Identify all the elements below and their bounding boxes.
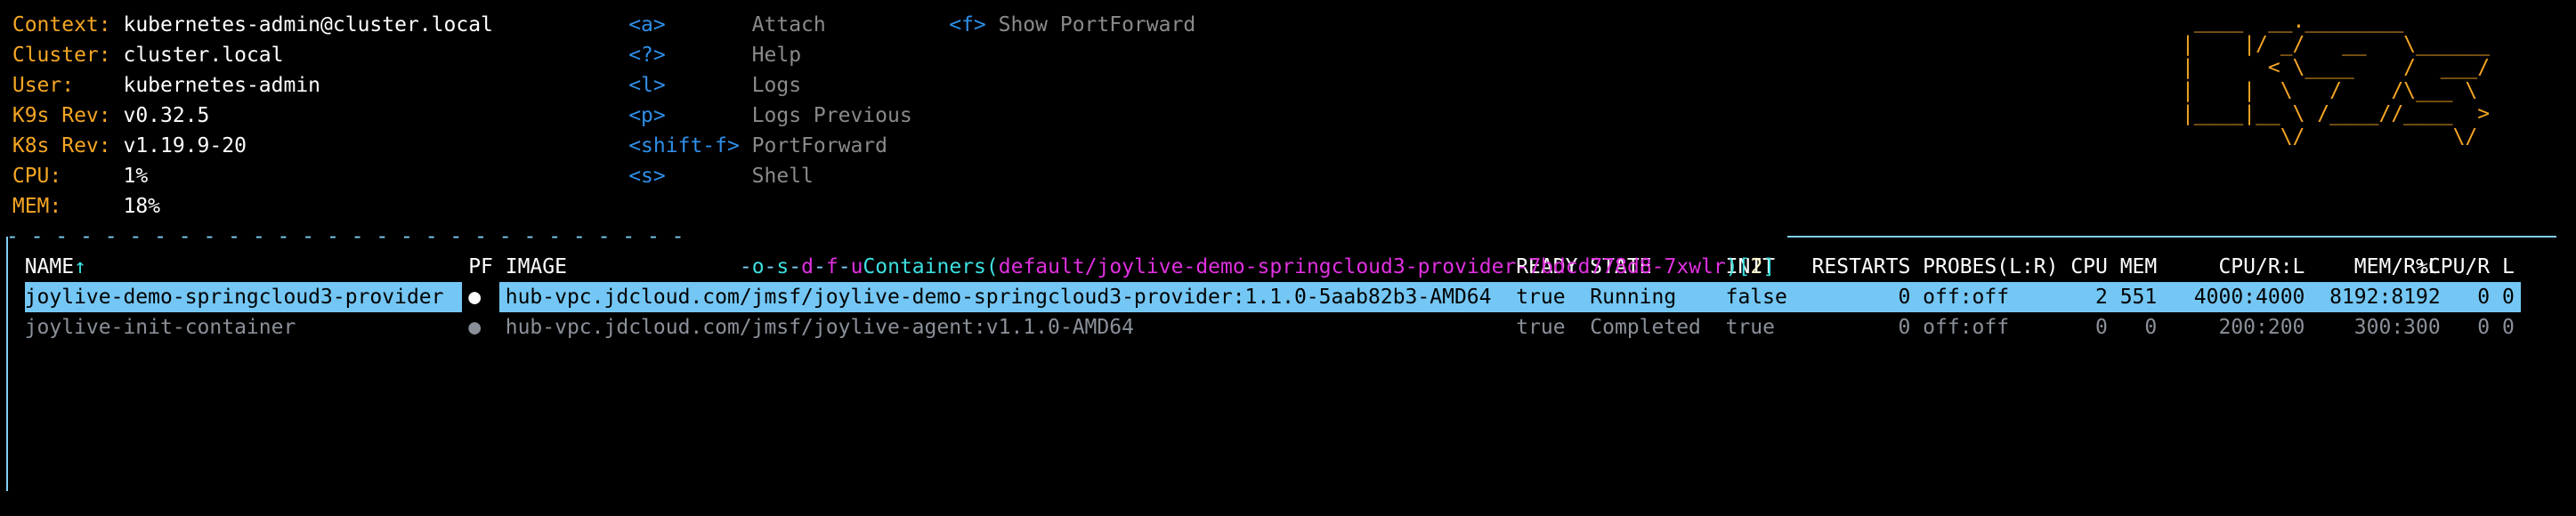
table-cell: joylive-demo-springcloud3-provider — [24, 286, 444, 309]
table-cell: 200:200 — [2218, 316, 2305, 339]
table-cell: 0 — [2501, 316, 2515, 339]
crumb: o — [751, 255, 765, 278]
column-header[interactable]: RESTARTS — [1812, 252, 1911, 282]
sort-asc-icon: ↑ — [74, 255, 86, 278]
table-row[interactable]: joylive-init-container ● hub-vpc.jdcloud.c… — [0, 312, 2576, 343]
table-cell: 0 — [1898, 286, 1911, 309]
info-value: v1.19.9-20 — [123, 134, 247, 157]
info-value: v0.32.5 — [123, 104, 210, 127]
table-cell: true — [1725, 316, 1775, 339]
column-header[interactable]: PF — [468, 252, 493, 282]
shortcut-action: Show PortForward — [998, 13, 1196, 36]
info-value: kubernetes-admin@cluster.local — [123, 13, 493, 36]
resource-count: 2 — [1750, 255, 1763, 278]
table-cell: 0 — [2477, 286, 2491, 309]
info-label: Cluster: — [12, 44, 111, 67]
info-value: kubernetes-admin — [123, 74, 321, 97]
crumb: f — [825, 255, 838, 278]
column-header[interactable]: %CPU/R — [2416, 252, 2490, 282]
shortcut-action: PortForward — [751, 134, 887, 157]
info-label: CPU: — [12, 165, 62, 188]
column-header[interactable]: L — [2502, 252, 2515, 282]
info-label: K8s Rev: — [12, 134, 111, 157]
table-cell: 0 — [2477, 316, 2491, 339]
crumb: u — [850, 255, 863, 278]
table-cell: Completed — [1590, 316, 1701, 339]
table-cell: true — [1516, 316, 1566, 339]
shortcut-action: Attach — [751, 13, 826, 36]
panel-border-top-solid — [1787, 236, 2556, 238]
table-cell: 0 — [2144, 316, 2158, 339]
table-cell: joylive-init-container — [24, 316, 296, 339]
resource-path: default/joylive-demo-springcloud3-provid… — [998, 255, 1726, 278]
info-value: 18% — [123, 195, 161, 218]
shortcut-key[interactable]: <f> — [949, 10, 986, 40]
table-cell: hub-vpc.jdcloud.com/jmsf/joylive-demo-sp… — [505, 286, 1492, 309]
column-header[interactable]: PROBES(L:R) — [1923, 252, 2058, 282]
column-header[interactable]: CPU — [2070, 252, 2108, 282]
k9s-logo: ____ __.________ | |/ _/ __ \______ | < … — [2181, 10, 2491, 149]
table-cell: ● — [468, 316, 482, 339]
info-label: MEM: — [12, 195, 62, 218]
table-cell: Running — [1590, 286, 1677, 309]
shortcut-action: Help — [751, 44, 802, 67]
column-header[interactable]: NAME — [25, 252, 457, 282]
panel-title: -o-s-d-f-uContainers(default/joylive-dem… — [739, 255, 1776, 278]
table-cell: off:off — [1923, 316, 2010, 339]
crumb: s — [776, 255, 790, 278]
info-label: Context: — [12, 13, 111, 36]
shortcut-key[interactable]: <p> — [628, 101, 666, 131]
crumb: d — [801, 255, 814, 278]
panel-border-top: - - - - - - - - - - - - - - - - - - - - … — [5, 225, 685, 248]
table-cell: 0 — [2094, 316, 2108, 339]
table-cell: 0 — [2501, 286, 2515, 309]
info-value: 1% — [123, 165, 149, 188]
table-cell: 2 — [2094, 286, 2108, 309]
table-cell: false — [1725, 286, 1787, 309]
table-cell: ● — [468, 286, 482, 309]
shortcut-key[interactable]: <l> — [628, 70, 666, 101]
shortcut-key[interactable]: <shift-f> — [628, 131, 740, 161]
info-label: K9s Rev: — [12, 104, 111, 127]
resource-name: Containers — [863, 255, 986, 278]
table-cell: 4000:4000 — [2193, 286, 2305, 309]
table-cell: off:off — [1923, 286, 2010, 309]
table-cell: true — [1516, 286, 1566, 309]
table-cell: 0 — [1898, 316, 1911, 339]
shortcut-action: Shell — [751, 165, 814, 188]
column-header[interactable]: MEM — [2120, 252, 2158, 282]
shortcut-key[interactable]: <s> — [628, 161, 666, 191]
table-cell: hub-vpc.jdcloud.com/jmsf/joylive-agent:v… — [505, 316, 1134, 339]
shortcut-key[interactable]: <a> — [628, 10, 666, 40]
info-label: User: — [12, 74, 75, 97]
table-row[interactable]: joylive-demo-springcloud3-provider ● hub-v… — [0, 282, 2576, 312]
column-header[interactable]: CPU/R:L — [2194, 252, 2305, 282]
shortcut-key[interactable]: <?> — [628, 40, 666, 70]
shortcut-action: Logs Previous — [751, 104, 912, 127]
shortcut-action: Logs — [751, 74, 802, 97]
table-cell: 551 — [2119, 286, 2158, 309]
info-value: cluster.local — [123, 44, 284, 67]
